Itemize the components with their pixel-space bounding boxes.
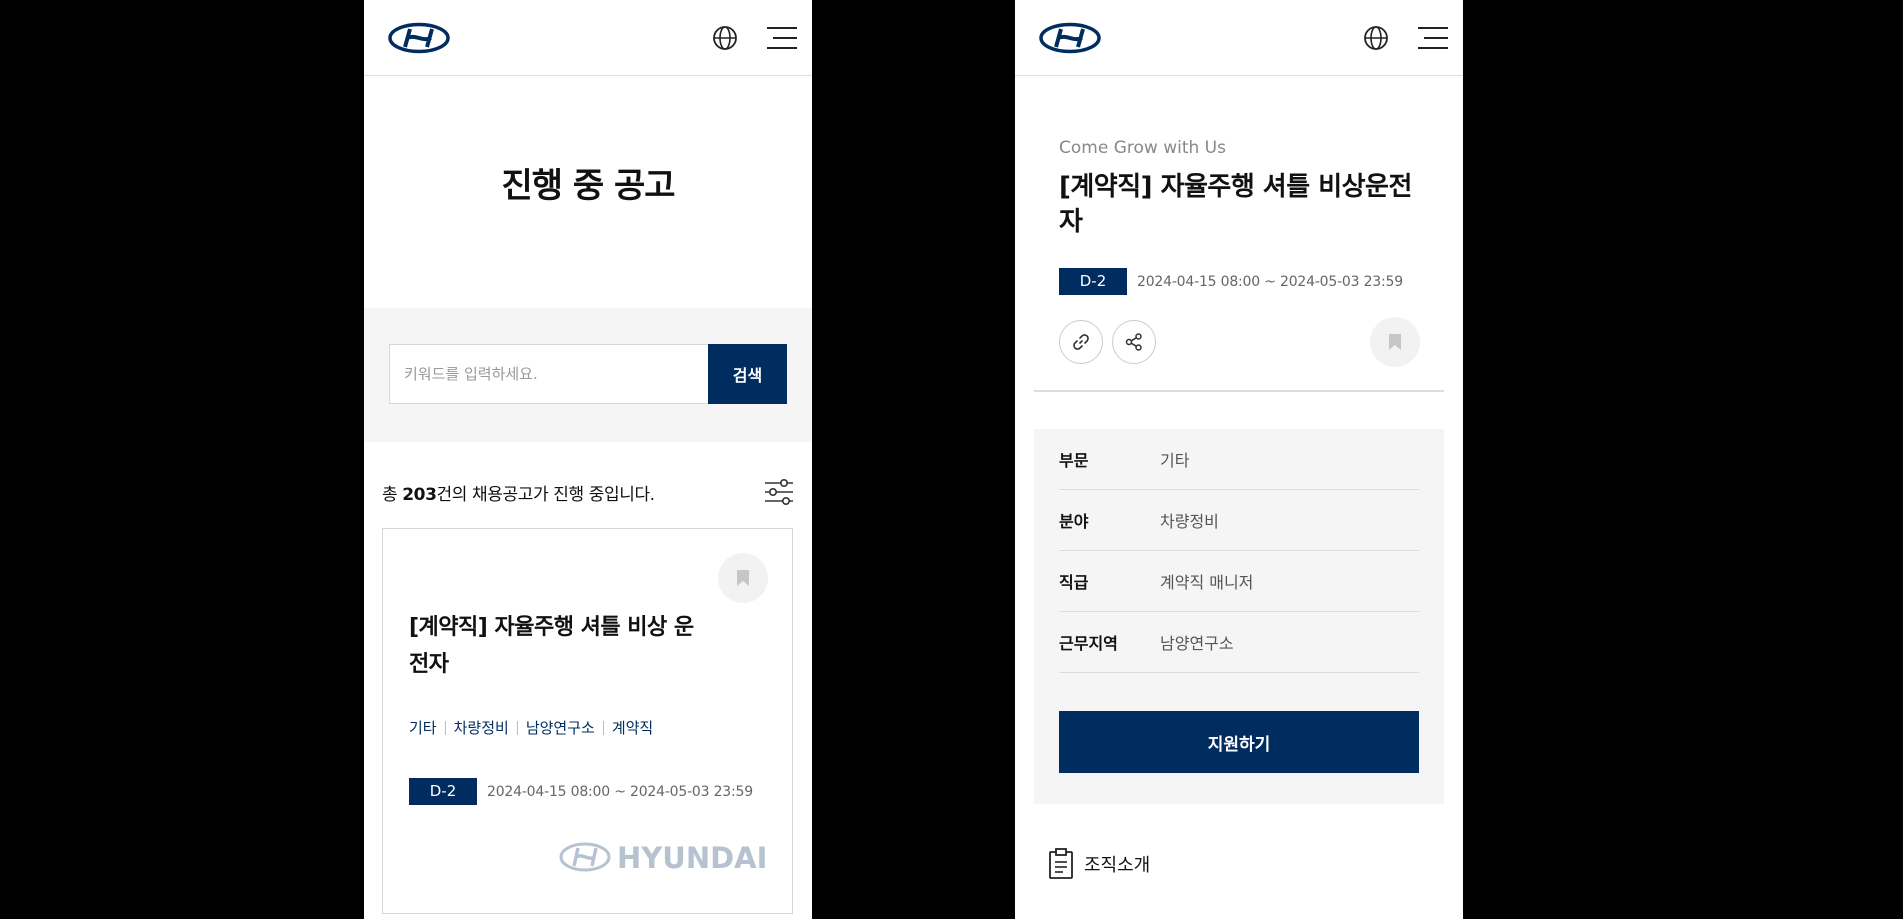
share-icon bbox=[1125, 333, 1142, 351]
menu-icon[interactable] bbox=[767, 25, 797, 51]
info-row-location: 근무지역 남양연구소 bbox=[1059, 612, 1419, 673]
info-value: 기타 bbox=[1160, 451, 1190, 470]
globe-icon[interactable] bbox=[1362, 24, 1390, 52]
info-label: 부문 bbox=[1059, 451, 1089, 470]
search-input[interactable] bbox=[389, 344, 708, 404]
job-tags: 기타 차량정비 남양연구소 계약직 bbox=[409, 717, 653, 738]
job-detail-screen: Come Grow with Us [계약직] 자율주행 셔틀 비상운전자 D-… bbox=[1015, 0, 1463, 919]
application-period: 2024-04-15 08:00 ~ 2024-05-03 23:59 bbox=[487, 783, 753, 800]
tag-separator bbox=[516, 720, 518, 735]
tag-separator bbox=[602, 720, 604, 735]
share-button[interactable] bbox=[1112, 320, 1156, 364]
search-bar: 검색 bbox=[389, 344, 787, 404]
info-row-rank: 직급 계약직 매니저 bbox=[1059, 551, 1419, 612]
job-detail-header: Come Grow with Us [계약직] 자율주행 셔틀 비상운전자 D-… bbox=[1015, 76, 1463, 392]
tag-separator bbox=[444, 720, 446, 735]
section-divider bbox=[1034, 390, 1444, 392]
job-card[interactable]: [계약직] 자율주행 셔틀 비상 운전자 기타 차량정비 남양연구소 계약직 D… bbox=[382, 528, 793, 914]
link-icon bbox=[1073, 334, 1089, 350]
search-section: 검색 bbox=[364, 308, 812, 442]
job-title: [계약직] 자율주행 셔틀 비상 운전자 bbox=[409, 615, 694, 677]
org-intro-label: 조직소개 bbox=[1084, 855, 1151, 876]
bookmark-button[interactable] bbox=[1370, 317, 1420, 367]
tag-type: 계약직 bbox=[611, 719, 654, 737]
job-title: [계약직] 자율주행 셔틀 비상운전자 bbox=[1059, 172, 1412, 237]
bookmark-icon bbox=[737, 570, 749, 586]
bookmark-button[interactable] bbox=[718, 553, 768, 603]
hyundai-wordmark-logo: HYUNDAI bbox=[559, 841, 765, 874]
info-label: 근무지역 bbox=[1059, 634, 1118, 653]
page-title: 진행 중 공고 bbox=[501, 165, 675, 206]
globe-icon[interactable] bbox=[711, 24, 739, 52]
job-info-panel: 부문 기타 분야 차량정비 직급 계약직 매니저 근무지역 남양연구소 지원하기 bbox=[1034, 429, 1444, 804]
info-value: 차량정비 bbox=[1160, 512, 1219, 531]
dday-badge: D-2 bbox=[1059, 268, 1127, 295]
copy-link-button[interactable] bbox=[1059, 320, 1103, 364]
clipboard-icon bbox=[1049, 848, 1073, 879]
tagline: Come Grow with Us bbox=[1059, 138, 1226, 158]
apply-button[interactable]: 지원하기 bbox=[1059, 711, 1419, 773]
filter-icon[interactable] bbox=[764, 478, 794, 506]
info-value: 남양연구소 bbox=[1160, 634, 1234, 653]
menu-icon[interactable] bbox=[1418, 25, 1448, 51]
hyundai-logo-icon[interactable] bbox=[1039, 22, 1101, 54]
result-count-number: 203 bbox=[402, 485, 437, 505]
info-value: 계약직 매니저 bbox=[1160, 573, 1254, 592]
header bbox=[1015, 0, 1463, 76]
svg-text:HYUNDAI: HYUNDAI bbox=[617, 841, 765, 874]
hero: 진행 중 공고 bbox=[364, 76, 812, 308]
hyundai-logo-icon[interactable] bbox=[388, 22, 450, 54]
bookmark-icon bbox=[1389, 334, 1401, 350]
header bbox=[364, 0, 812, 76]
info-label: 직급 bbox=[1059, 573, 1089, 592]
application-period: 2024-04-15 08:00 ~ 2024-05-03 23:59 bbox=[1137, 273, 1403, 290]
info-row-division: 부문 기타 bbox=[1059, 429, 1419, 490]
result-count-text: 총 203건의 채용공고가 진행 중입니다. bbox=[382, 485, 655, 505]
search-button[interactable]: 검색 bbox=[708, 344, 787, 404]
info-row-field: 분야 차량정비 bbox=[1059, 490, 1419, 551]
tag-location: 남양연구소 bbox=[525, 719, 595, 737]
dday-badge: D-2 bbox=[409, 778, 477, 805]
job-list-screen: 진행 중 공고 검색 총 203건의 채용공고가 진행 중입니다. [계약직] … bbox=[364, 0, 812, 919]
result-count-row: 총 203건의 채용공고가 진행 중입니다. bbox=[364, 442, 812, 530]
info-label: 분야 bbox=[1059, 512, 1089, 531]
org-intro-link[interactable]: 조직소개 bbox=[1048, 848, 1150, 880]
tag-division: 기타 bbox=[409, 719, 437, 737]
deadline-row: D-2 2024-04-15 08:00 ~ 2024-05-03 23:59 bbox=[1059, 268, 1403, 295]
tag-field: 차량정비 bbox=[453, 719, 509, 737]
deadline-row: D-2 2024-04-15 08:00 ~ 2024-05-03 23:59 bbox=[409, 778, 753, 805]
